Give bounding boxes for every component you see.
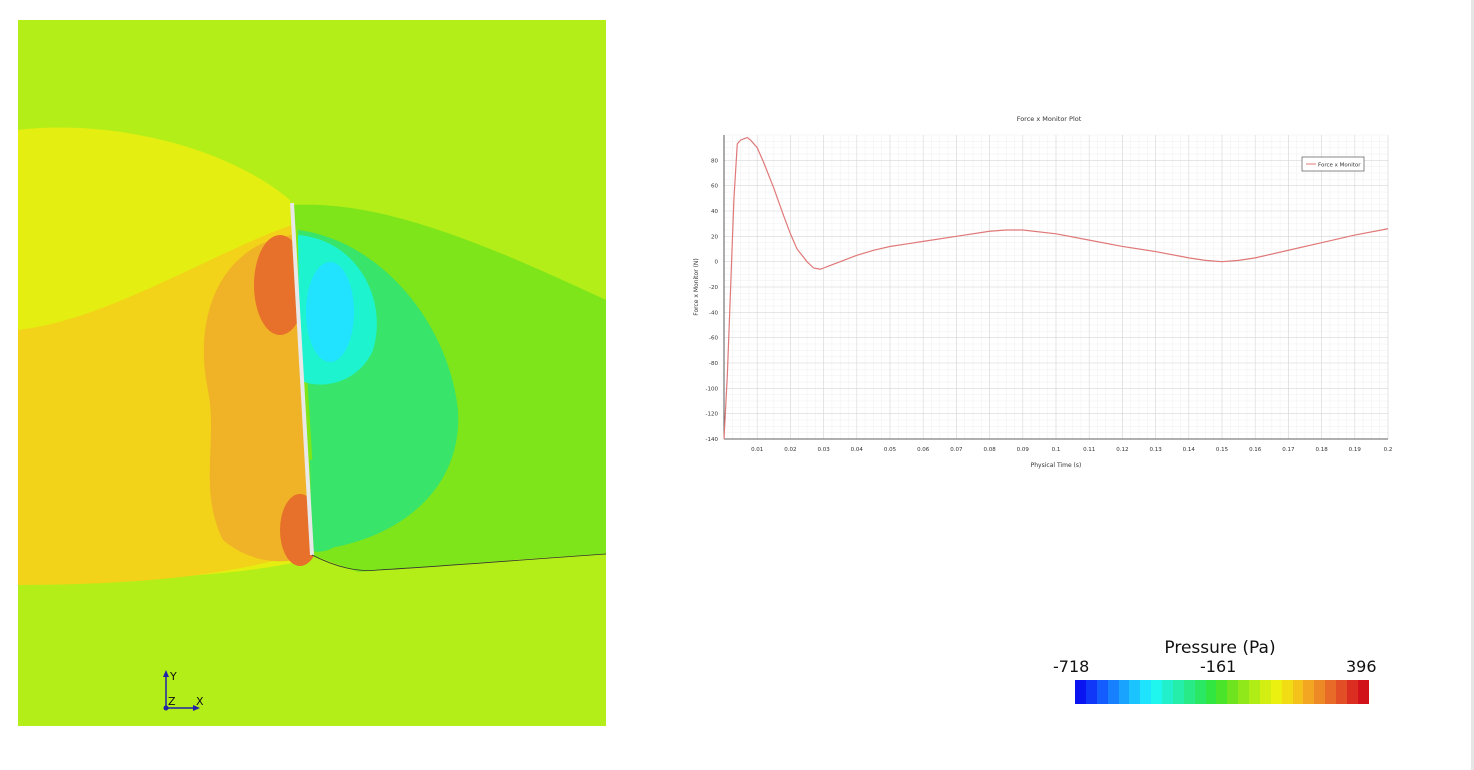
y-tick-label: -40 — [709, 310, 718, 316]
y-axis-arrow-head — [163, 670, 169, 677]
plot-title: Force x Monitor Plot — [1017, 115, 1082, 123]
scale-color-step — [1314, 680, 1326, 704]
pressure-contour-field — [18, 20, 606, 726]
scale-color-step — [1270, 680, 1282, 704]
y-tick-label: 60 — [711, 184, 718, 190]
x-axis-title: Physical Time (s) — [1031, 462, 1082, 469]
scale-color-step — [1325, 680, 1336, 704]
x-axis-label: X — [196, 695, 204, 708]
x-tick-label: 0.14 — [1183, 447, 1196, 453]
y-tick-label: -100 — [706, 386, 719, 392]
y-tick-label: 40 — [711, 209, 718, 215]
scale-color-step — [1162, 680, 1173, 704]
x-tick-label: 0.2 — [1384, 447, 1393, 453]
x-tick-label: 0.04 — [851, 447, 864, 453]
scale-title: Pressure (Pa) — [1164, 638, 1276, 658]
scale-color-step — [1227, 680, 1239, 704]
y-tick-label: -20 — [709, 285, 718, 291]
scale-color-step — [1085, 680, 1097, 704]
scale-color-step — [1096, 680, 1108, 704]
pressure-color-scale: Pressure (Pa) -718 -161 396 — [1040, 636, 1400, 716]
x-tick-label: 0.09 — [1017, 447, 1030, 453]
y-axis-label: Y — [169, 670, 177, 683]
scale-color-step — [1118, 680, 1130, 704]
pressure-contour-view[interactable]: Y Z X — [18, 20, 606, 726]
legend-label: Force x Monitor — [1318, 163, 1361, 169]
scale-color-step — [1183, 680, 1195, 704]
scale-color-step — [1140, 680, 1152, 704]
y-tick-label: -60 — [709, 336, 718, 342]
x-tick-label: 0.16 — [1249, 447, 1262, 453]
y-tick-label: -120 — [706, 412, 719, 418]
scale-max-label: 396 — [1346, 657, 1377, 676]
x-tick-label: 0.1 — [1052, 447, 1061, 453]
scale-color-step — [1249, 680, 1260, 704]
scale-color-bar — [1075, 680, 1369, 704]
y-tick-label: 80 — [711, 158, 718, 164]
scale-color-step — [1172, 680, 1184, 704]
y-tick-label: -80 — [709, 361, 718, 367]
y-tick-label: 0 — [715, 260, 719, 266]
plot-legend[interactable]: Force x Monitor — [1301, 156, 1365, 172]
scale-color-step — [1303, 680, 1315, 704]
y-tick-label: 20 — [711, 234, 718, 240]
scale-mid-label: -161 — [1200, 657, 1237, 676]
scale-color-step — [1259, 680, 1271, 704]
scale-color-step — [1151, 680, 1162, 704]
x-tick-label: 0.17 — [1282, 447, 1295, 453]
scale-color-step — [1292, 680, 1304, 704]
vortex-center-upper — [306, 262, 354, 362]
x-tick-label: 0.05 — [884, 447, 897, 453]
scale-color-step — [1336, 680, 1347, 704]
scale-color-step — [1075, 680, 1086, 704]
x-tick-label: 0.06 — [917, 447, 930, 453]
plot-grid — [723, 134, 1389, 440]
scale-color-step — [1281, 680, 1293, 704]
force-monitor-plot[interactable]: Force x Monitor Plot 0.01 0.02 0.03 0.04 0.0… — [680, 105, 1410, 480]
scale-color-step — [1357, 680, 1369, 704]
x-tick-label: 0.01 — [751, 447, 763, 453]
scale-min-label: -718 — [1053, 657, 1090, 676]
x-tick-label: 0.07 — [950, 447, 963, 453]
scale-color-step — [1194, 680, 1206, 704]
scale-color-step — [1205, 680, 1217, 704]
x-tick-label: 0.18 — [1315, 447, 1328, 453]
scale-color-step — [1129, 680, 1141, 704]
scale-color-step — [1216, 680, 1228, 704]
z-axis-label: Z — [168, 695, 176, 708]
y-tick-label: -140 — [706, 437, 719, 443]
scale-color-step — [1107, 680, 1119, 704]
y-axis-title: Force x Monitor (N) — [693, 258, 700, 315]
x-tick-label: 0.12 — [1116, 447, 1128, 453]
x-tick-label: 0.15 — [1216, 447, 1229, 453]
plot-canvas: Force x Monitor Plot 0.01 0.02 0.03 0.04 0.0… — [693, 115, 1393, 469]
x-tick-label: 0.08 — [983, 447, 996, 453]
x-tick-label: 0.11 — [1083, 447, 1095, 453]
x-tick-label: 0.02 — [784, 447, 796, 453]
x-tick-label: 0.03 — [817, 447, 830, 453]
plot-tick-labels: 0.01 0.02 0.03 0.04 0.05 0.06 0.07 0.08 0.09 0.1 0… — [706, 158, 1393, 453]
scale-color-step — [1346, 680, 1358, 704]
x-tick-label: 0.13 — [1149, 447, 1162, 453]
scale-color-step — [1238, 680, 1249, 704]
x-tick-label: 0.19 — [1349, 447, 1362, 453]
axis-triad: Y Z X — [158, 668, 208, 718]
